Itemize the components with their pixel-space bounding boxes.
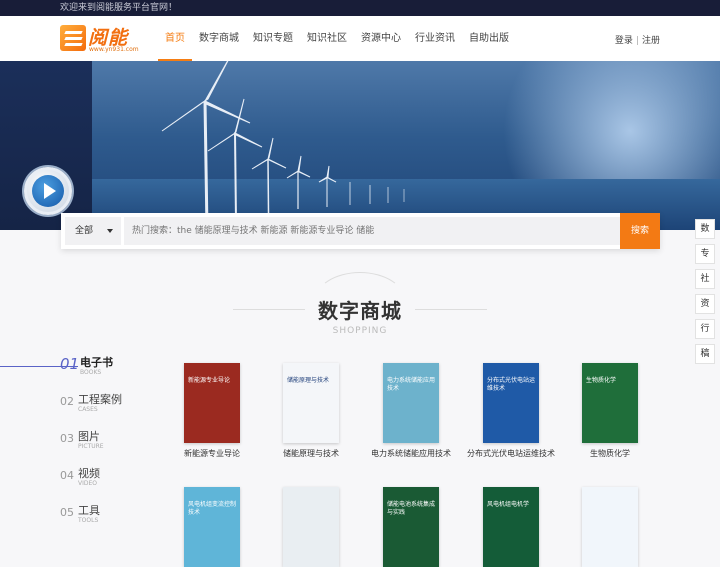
category-en-label: CASES xyxy=(78,406,98,413)
search-scope-select[interactable]: 全部 xyxy=(65,217,121,245)
login-link[interactable]: 登录 xyxy=(615,36,633,46)
site-logo[interactable]: 阅能 www.yn931.com xyxy=(60,23,142,55)
cover-text: 生物质化学 xyxy=(586,377,617,384)
book-title[interactable]: 新能源专业导论 xyxy=(167,449,257,459)
book-item[interactable]: 生物质化学 生物质化学 xyxy=(565,363,655,459)
wind-turbines-image xyxy=(161,61,405,230)
cover-text: 新能源专业导论 xyxy=(188,377,231,384)
book-cover[interactable]: 新能源专业导论 xyxy=(184,363,240,443)
search-bar: 全部 搜索 xyxy=(61,213,660,249)
search-button[interactable]: 搜索 xyxy=(620,213,660,249)
nav-knowledge-community[interactable]: 知识社区 xyxy=(300,16,354,61)
category-number: 05 xyxy=(60,506,74,519)
cover-text: 电力系统储能应用技术 xyxy=(387,377,436,392)
book-cover[interactable]: 风电机组电机学 xyxy=(483,487,539,567)
category-en-label: VIDEO xyxy=(78,480,98,487)
side-tool-submission[interactable]: 稿 xyxy=(695,344,715,364)
cover-text: 分布式光伏电站运维技术 xyxy=(487,377,536,392)
side-tool-topic[interactable]: 专 xyxy=(695,244,715,264)
auth-links: 登录 | 注册 xyxy=(615,33,660,46)
category-ebooks[interactable]: 01 电子书 BOOKS xyxy=(60,352,170,389)
category-label: 图片 xyxy=(78,430,100,443)
cover-text: 储能原理与技术 xyxy=(287,377,330,384)
nav-industry-news[interactable]: 行业资讯 xyxy=(408,16,462,61)
book-title[interactable]: 电力系统储能应用技术 xyxy=(366,449,456,459)
category-label: 电子书 xyxy=(80,356,113,369)
category-label: 工具 xyxy=(78,504,100,517)
book-item[interactable]: 风电机组变流控制技术 xyxy=(167,487,257,567)
book-title[interactable]: 储能原理与技术 xyxy=(266,449,356,459)
category-number: 02 xyxy=(60,395,74,408)
main-nav: 首页 数字商城 知识专题 知识社区 资源中心 行业资讯 自助出版 xyxy=(158,16,516,61)
section-title: 数字商城 xyxy=(318,299,402,323)
nav-home[interactable]: 首页 xyxy=(158,16,192,61)
cover-text: 风电机组电机学 xyxy=(487,501,530,508)
book-item[interactable] xyxy=(266,487,356,567)
book-cover[interactable] xyxy=(283,487,339,567)
hero-banner[interactable] xyxy=(0,61,720,230)
book-item[interactable]: 电力系统储能应用技术 电力系统储能应用技术 xyxy=(366,363,456,459)
book-cover[interactable]: 电力系统储能应用技术 xyxy=(383,363,439,443)
book-title[interactable]: 生物质化学 xyxy=(565,449,655,459)
book-item[interactable] xyxy=(565,487,655,567)
book-item[interactable]: 风电机组电机学 xyxy=(466,487,556,567)
book-cover[interactable]: 分布式光伏电站运维技术 xyxy=(483,363,539,443)
category-list: 01 电子书 BOOKS 02 工程案例 CASES 03 图片 PICTURE… xyxy=(60,352,170,537)
category-number: 01 xyxy=(60,355,80,373)
play-icon xyxy=(32,175,64,207)
category-pictures[interactable]: 03 图片 PICTURE xyxy=(60,426,170,463)
play-video-button[interactable] xyxy=(24,167,72,215)
side-toolbar: 数 专 社 资 行 稿 xyxy=(695,219,715,369)
book-cover[interactable]: 风电机组变流控制技术 xyxy=(184,487,240,567)
book-cover[interactable]: 储能电池系统集成与实践 xyxy=(383,487,439,567)
top-welcome-bar: 欢迎来到阅能服务平台官网！ xyxy=(0,0,720,16)
category-en-label: BOOKS xyxy=(80,369,102,376)
side-tool-community[interactable]: 社 xyxy=(695,269,715,289)
side-tool-digital[interactable]: 数 xyxy=(695,219,715,239)
category-cases[interactable]: 02 工程案例 CASES xyxy=(60,389,170,426)
section-subtitle: SHOPPING xyxy=(332,326,388,336)
nav-resource-center[interactable]: 资源中心 xyxy=(354,16,408,61)
category-label: 视频 xyxy=(78,467,100,480)
book-item[interactable]: 储能原理与技术 储能原理与技术 xyxy=(266,363,356,459)
book-title[interactable]: 分布式光伏电站运维技术 xyxy=(466,449,556,459)
category-number: 04 xyxy=(60,469,74,482)
cover-text: 储能电池系统集成与实践 xyxy=(387,501,436,516)
cover-text: 风电机组变流控制技术 xyxy=(188,501,237,516)
category-tools[interactable]: 05 工具 TOOLS xyxy=(60,500,170,537)
search-input[interactable] xyxy=(124,217,620,245)
category-number: 03 xyxy=(60,432,74,445)
category-en-label: TOOLS xyxy=(78,517,99,524)
logo-book-icon xyxy=(60,25,86,51)
book-item[interactable]: 储能电池系统集成与实践 xyxy=(366,487,456,567)
book-item[interactable]: 新能源专业导论 新能源专业导论 xyxy=(167,363,257,459)
book-item[interactable]: 分布式光伏电站运维技术 分布式光伏电站运维技术 xyxy=(466,363,556,459)
nav-digital-mall[interactable]: 数字商城 xyxy=(192,16,246,61)
category-label: 工程案例 xyxy=(78,393,122,406)
logo-url: www.yn931.com xyxy=(89,46,139,53)
book-cover[interactable] xyxy=(582,487,638,567)
category-videos[interactable]: 04 视频 VIDEO xyxy=(60,463,170,500)
register-link[interactable]: 注册 xyxy=(642,36,660,46)
site-header: 阅能 www.yn931.com 首页 数字商城 知识专题 知识社区 资源中心 … xyxy=(0,16,720,61)
category-en-label: PICTURE xyxy=(78,443,104,450)
nav-knowledge-topics[interactable]: 知识专题 xyxy=(246,16,300,61)
nav-self-publishing[interactable]: 自助出版 xyxy=(462,16,516,61)
book-cover[interactable]: 生物质化学 xyxy=(582,363,638,443)
book-cover[interactable]: 储能原理与技术 xyxy=(283,363,339,443)
welcome-text: 欢迎来到阅能服务平台官网！ xyxy=(60,3,178,13)
auth-separator: | xyxy=(635,36,639,46)
